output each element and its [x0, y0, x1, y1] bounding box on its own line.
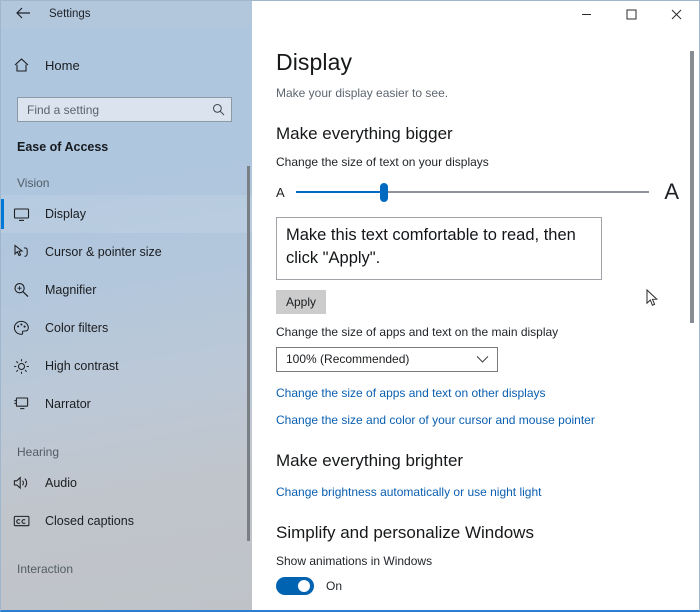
back-button[interactable] [1, 1, 45, 27]
title-bar: Settings [1, 1, 699, 27]
settings-window: Settings Home Find a setting Ease of Acc… [0, 0, 700, 612]
sidebar-scrollbar[interactable] [246, 27, 252, 610]
title-bar-left-region: Settings [1, 1, 252, 27]
maximize-button[interactable] [609, 1, 654, 27]
section-heading-make-everything-bigger: Make everything bigger [276, 124, 453, 143]
scale-dropdown[interactable]: 100% (Recommended) [276, 346, 498, 372]
animations-toggle-row: On [276, 576, 679, 595]
sidebar-item-display[interactable]: Display [1, 195, 252, 233]
sidebar-item-label: Home [45, 57, 80, 73]
search-icon[interactable] [212, 103, 225, 116]
back-arrow-icon [15, 7, 31, 21]
link-brightness[interactable]: Change brightness automatically or use n… [276, 485, 679, 499]
animations-toggle[interactable] [276, 576, 314, 595]
slider-small-a-label: A [276, 184, 285, 200]
magnifier-icon [13, 282, 45, 298]
sidebar-item-label: Display [45, 207, 86, 221]
slider-fill [296, 191, 385, 193]
section-heading-make-everything-brighter: Make everything brighter [276, 450, 464, 470]
maximize-icon [626, 9, 637, 20]
page-subtitle: Make your display easier to see. [276, 86, 449, 100]
text-size-slider-row: A A [276, 179, 679, 205]
sidebar-item-label: Audio [45, 476, 77, 490]
sidebar-item-label: Closed captions [45, 514, 134, 528]
sidebar-item-cursor-pointer-size[interactable]: Cursor & pointer size [1, 233, 252, 271]
close-icon [671, 9, 682, 20]
window-controls [564, 1, 699, 27]
brightness-icon [13, 358, 45, 375]
sidebar-item-audio[interactable]: Audio [1, 464, 252, 502]
sidebar-item-label: High contrast [45, 359, 119, 373]
apply-button[interactable]: Apply [276, 289, 327, 314]
search-container [17, 97, 232, 122]
closed-captions-icon [13, 514, 45, 528]
cursor-pointer-icon [13, 244, 45, 260]
sidebar-item-label: Magnifier [45, 283, 97, 297]
animations-toggle-state: On [326, 578, 343, 593]
text-size-preview-box: Make this text comfortable to read, then… [276, 217, 602, 280]
link-other-displays[interactable]: Change the size of apps and text on othe… [276, 386, 679, 400]
sidebar-group-hearing-header: Hearing [17, 445, 60, 459]
chevron-down-icon [476, 355, 489, 364]
page-title: Display [276, 49, 353, 75]
sidebar-scrollbar-thumb[interactable] [247, 166, 250, 541]
sidebar-item-label: Cursor & pointer size [45, 245, 162, 259]
minimize-button[interactable] [564, 1, 609, 27]
sidebar-group-vision-header: Vision [17, 176, 50, 190]
minimize-icon [581, 9, 592, 20]
sidebar-item-high-contrast[interactable]: High contrast [1, 347, 252, 385]
scale-label: Change the size of apps and text on the … [276, 324, 559, 339]
scale-dropdown-value: 100% (Recommended) [286, 352, 410, 367]
sidebar-item-home[interactable]: Home [1, 46, 252, 84]
main-scrollbar-thumb[interactable] [690, 51, 694, 323]
animations-label: Show animations in Windows [276, 553, 433, 568]
main-content: Display Make your display easier to see.… [252, 27, 699, 610]
section-heading-simplify-personalize: Simplify and personalize Windows [276, 522, 534, 542]
close-button[interactable] [654, 1, 699, 27]
color-palette-icon [13, 320, 45, 336]
sidebar-item-label: Narrator [45, 397, 91, 411]
narrator-icon [13, 396, 45, 412]
text-size-label: Change the size of text on your displays [276, 155, 489, 169]
search-input[interactable] [27, 102, 212, 117]
home-icon [13, 57, 45, 73]
monitor-icon [13, 207, 45, 222]
speaker-icon [13, 475, 45, 491]
link-cursor-pointer[interactable]: Change the size and color of your cursor… [276, 413, 679, 427]
main-scrollbar[interactable] [687, 27, 697, 608]
slider-large-a-label: A [664, 179, 679, 204]
text-size-slider[interactable] [296, 179, 649, 205]
app-title: Settings [49, 8, 91, 20]
sidebar-item-magnifier[interactable]: Magnifier [1, 271, 252, 309]
sidebar: Home Ease of Access Vision [1, 27, 252, 610]
search-box[interactable] [17, 97, 232, 122]
sidebar-item-color-filters[interactable]: Color filters [1, 309, 252, 347]
toggle-knob [298, 579, 310, 592]
sidebar-item-label: Color filters [45, 321, 109, 335]
sidebar-category-title: Ease of Access [17, 140, 109, 154]
slider-thumb[interactable] [380, 183, 389, 202]
sidebar-item-narrator[interactable]: Narrator [1, 385, 252, 423]
sidebar-group-interaction-header: Interaction [17, 562, 74, 576]
sidebar-item-closed-captions[interactable]: Closed captions [1, 502, 252, 540]
